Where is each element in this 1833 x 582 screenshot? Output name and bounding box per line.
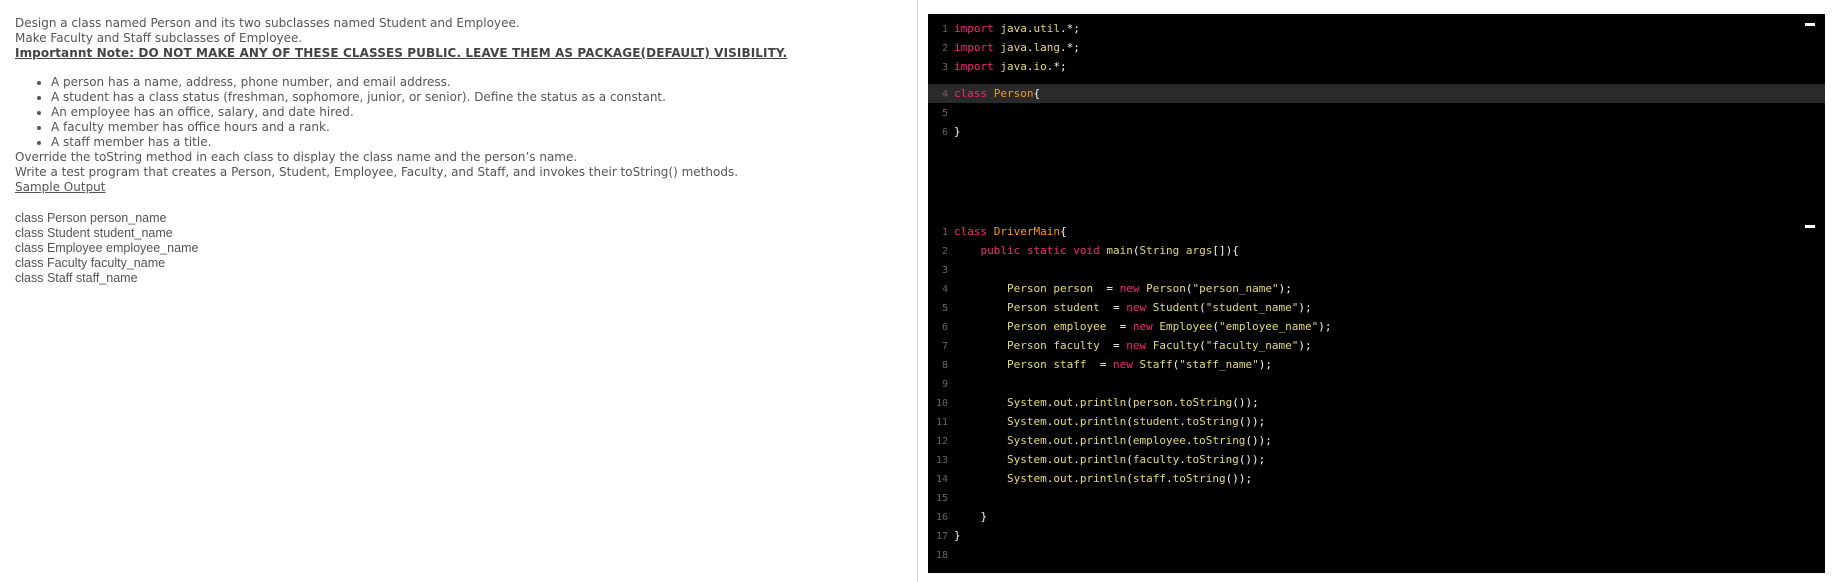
code-line[interactable]: 13 System.out.println(faculty.toString()…	[928, 450, 1825, 469]
code-line[interactable]: 16 }	[928, 507, 1825, 526]
sample-output-line: class Employee employee_name	[15, 241, 199, 255]
code-line[interactable]: 6}	[928, 122, 1825, 141]
code-line[interactable]: 1 import java.util.*;	[928, 19, 1825, 38]
sample-output-line: class Student student_name	[15, 226, 173, 240]
code-editor-area: 1 import java.util.*; 2 import java.lang.*;…	[918, 0, 1833, 582]
line-number: 3	[941, 62, 948, 73]
line-number: 1	[941, 227, 948, 238]
problem-statement: Design a class named Person and its two …	[0, 0, 918, 582]
code-line[interactable]: 7 Person faculty = new Faculty("faculty_…	[928, 336, 1825, 355]
code-line[interactable]: 5 Person student = new Student("student_…	[928, 298, 1825, 317]
code-text: }	[980, 510, 988, 523]
line-number: 6	[941, 127, 948, 138]
code-text: import java.lang.*;	[954, 41, 1080, 54]
code-line[interactable]: 6 Person employee = new Employee("employ…	[928, 317, 1825, 336]
code-text: }	[954, 125, 961, 138]
code-text: import java.util.*;	[954, 22, 1080, 35]
line-number: 5	[941, 303, 948, 314]
code-text: class DriverMain{	[954, 225, 1067, 238]
code-line[interactable]: 2 public static void main(String args[])…	[928, 241, 1825, 260]
code-text: System.out.println(faculty.toString());	[1006, 453, 1266, 466]
sample-output-line: class Staff staff_name	[15, 271, 138, 285]
sample-output-line: class Person person_name	[15, 211, 167, 225]
line-number: 6	[941, 322, 948, 333]
code-text: }	[954, 529, 961, 542]
code-text: class Person{	[954, 87, 1041, 100]
code-line[interactable]: 15	[928, 488, 1825, 507]
sample-output-title: Sample Output	[15, 180, 106, 194]
page: Design a class named Person and its two …	[0, 0, 1833, 582]
list-item: A person has a name, address, phone numb…	[51, 75, 902, 90]
line-number: 11	[935, 417, 948, 428]
code-text: public static void main(String args[]){	[980, 244, 1239, 257]
line-number: 4	[941, 284, 948, 295]
list-item: A faculty member has office hours and a …	[51, 120, 902, 135]
list-item: An employee has an office, salary, and d…	[51, 105, 902, 120]
list-item: A student has a class status (freshman, …	[51, 90, 902, 105]
line-number: 1	[941, 24, 948, 35]
code-text: Person faculty = new Faculty("faculty_na…	[1006, 339, 1312, 352]
line-number: 5	[941, 108, 948, 119]
driver-editor[interactable]: 1 class DriverMain{ 2 public static void m…	[928, 216, 1825, 573]
sample-output: class Person person_name class Student s…	[15, 211, 902, 286]
code-line[interactable]: 1 class DriverMain{	[928, 222, 1825, 241]
code-line[interactable]: 8 Person staff = new Staff("staff_name")…	[928, 355, 1825, 374]
code-line[interactable]: 4 class Person{	[928, 84, 1825, 103]
line-number: 15	[935, 493, 948, 504]
line-number: 2	[941, 43, 948, 54]
code-text: System.out.println(student.toString());	[1006, 415, 1266, 428]
line-number: 10	[935, 398, 948, 409]
override-line-1: Override the toString method in each cla…	[15, 150, 578, 164]
code-line[interactable]: 9	[928, 374, 1825, 393]
sample-output-line: class Faculty faculty_name	[15, 256, 166, 270]
line-number: 13	[935, 455, 948, 466]
code-text: Person staff = new Staff("staff_name");	[1006, 358, 1272, 371]
line-number: 9	[941, 379, 948, 390]
list-item: A staff member has a title.	[51, 135, 902, 150]
code-text: Person person = new Person("person_name"…	[1006, 282, 1292, 295]
code-text: System.out.println(employee.toString());	[1006, 434, 1272, 447]
code-text: import java.io.*;	[954, 60, 1067, 73]
code-line[interactable]: 12 System.out.println(employee.toString(…	[928, 431, 1825, 450]
code-line[interactable]: 3 import java.io.*;	[928, 57, 1825, 76]
line-number: 8	[941, 360, 948, 371]
line-number: 14	[935, 474, 948, 485]
code-line[interactable]: 2 import java.lang.*;	[928, 38, 1825, 57]
code-line[interactable]: 10 System.out.println(person.toString())…	[928, 393, 1825, 412]
code-text: Person employee = new Employee("employee…	[1006, 320, 1332, 333]
override-line-2: Write a test program that creates a Pers…	[15, 165, 739, 179]
code-line[interactable]: 14 System.out.println(staff.toString());	[928, 469, 1825, 488]
line-number: 18	[935, 550, 948, 561]
code-line[interactable]: 4 Person person = new Person("person_nam…	[928, 279, 1825, 298]
line-number: 16	[935, 512, 948, 523]
code-text: System.out.println(person.toString());	[1006, 396, 1259, 409]
line-number: 2	[941, 246, 948, 257]
line-number: 12	[935, 436, 948, 447]
person-class-editor[interactable]: 4 class Person{ 5 6}	[928, 82, 1825, 216]
line-number: 17	[935, 531, 948, 542]
imports-editor[interactable]: 1 import java.util.*; 2 import java.lang.*;…	[928, 14, 1825, 85]
code-line[interactable]: 17}	[928, 526, 1825, 545]
intro-line-1: Design a class named Person and its two …	[15, 16, 520, 30]
line-number: 7	[941, 341, 948, 352]
line-number: 3	[941, 265, 948, 276]
intro-line-2: Make Faculty and Staff subclasses of Emp…	[15, 31, 303, 45]
code-line[interactable]: 5	[928, 103, 1825, 122]
important-note: Importannt Note: DO NOT MAKE ANY OF THES…	[15, 46, 788, 60]
code-line[interactable]: 3	[928, 260, 1825, 279]
requirements-list: A person has a name, address, phone numb…	[15, 75, 902, 150]
code-line[interactable]: 11 System.out.println(student.toString()…	[928, 412, 1825, 431]
code-text: System.out.println(staff.toString());	[1006, 472, 1253, 485]
code-line[interactable]: 18	[928, 545, 1825, 564]
code-text: Person student = new Student("student_na…	[1006, 301, 1312, 314]
line-number: 4	[941, 89, 948, 100]
